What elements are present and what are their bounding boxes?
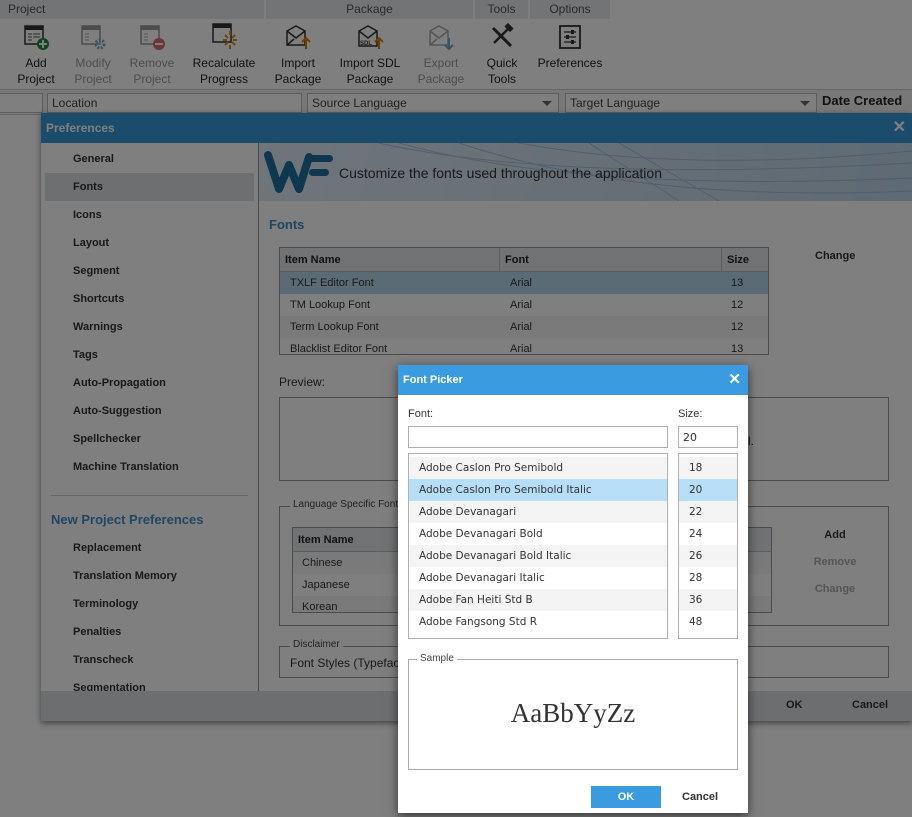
size-list-item[interactable]: 22 [679, 501, 737, 523]
font-list[interactable]: Adobe Caslon Pro Semibold Adobe Caslon P… [408, 453, 668, 639]
font-list-item[interactable]: Adobe Devanagari Bold Italic [409, 545, 667, 567]
size-list-item[interactable]: 18 [679, 457, 737, 479]
size-list-item-selected[interactable]: 20 [679, 479, 737, 501]
font-list-item[interactable]: Adobe Devanagari [409, 501, 667, 523]
size-list-item[interactable]: 48 [679, 611, 737, 633]
font-search-input[interactable] [408, 426, 668, 448]
font-list-item[interactable]: Adobe Caslon Pro Semibold [409, 457, 667, 479]
size-list-item[interactable]: 26 [679, 545, 737, 567]
size-list-item[interactable]: 36 [679, 589, 737, 611]
size-label: Size: [678, 408, 703, 420]
sample-text: AaBbYyZz [510, 698, 636, 728]
font-list-item[interactable]: Adobe Devanagari Italic [409, 567, 667, 589]
font-picker-dialog: Font Picker ✕ Font: Size: Adobe Caslon P… [398, 365, 748, 813]
font-list-item-selected[interactable]: Adobe Caslon Pro Semibold Italic [409, 479, 667, 501]
font-picker-ok-button[interactable]: OK [591, 786, 661, 808]
font-list-item[interactable]: Adobe Fangsong Std R [409, 611, 667, 633]
font-list-item[interactable]: Adobe Fan Heiti Std B [409, 589, 667, 611]
font-label: Font: [408, 408, 434, 420]
font-picker-cancel-button[interactable]: Cancel [682, 786, 718, 808]
font-list-item[interactable]: Adobe Devanagari Bold [409, 523, 667, 545]
size-list-item[interactable]: 28 [679, 567, 737, 589]
font-picker-title: Font Picker [403, 374, 463, 386]
size-list-item[interactable]: 24 [679, 523, 737, 545]
close-icon[interactable]: ✕ [728, 365, 741, 395]
sample-group: Sample AaBbYyZz [408, 653, 738, 770]
font-picker-title-bar: Font Picker ✕ [398, 365, 748, 395]
sample-legend: Sample [417, 653, 457, 664]
size-input[interactable] [678, 426, 738, 448]
size-list[interactable]: 18 20 22 24 26 28 36 48 [678, 453, 738, 639]
